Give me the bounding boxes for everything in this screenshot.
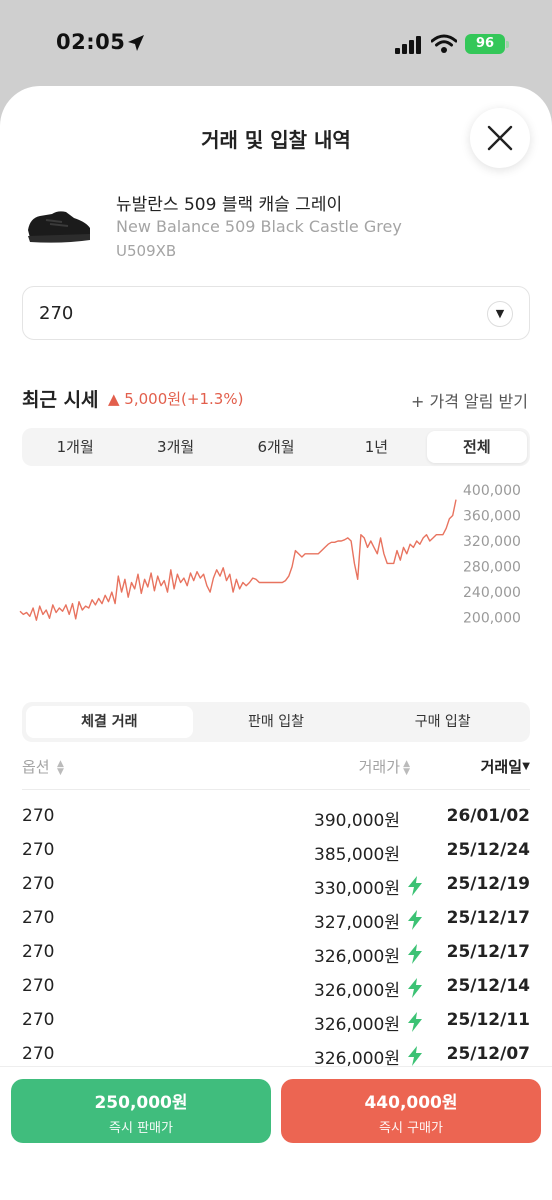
row-size: 270	[22, 976, 55, 996]
row-size: 270	[22, 942, 55, 962]
row-price: 385,000원	[314, 845, 400, 865]
table-row: 270 385,000원 25/12/24	[22, 840, 530, 874]
close-icon	[487, 125, 513, 151]
table-row: 270 326,000원 25/12/14	[22, 976, 530, 1010]
tab-buy-bids[interactable]: 구매 입찰	[359, 706, 526, 738]
lightning-bolt-icon	[408, 1046, 422, 1066]
row-size: 270	[22, 1044, 55, 1064]
row-date: 25/12/19	[446, 874, 530, 894]
period-tabs: 1개월 3개월 6개월 1년 전체	[22, 428, 530, 466]
table-row: 270 330,000원 25/12/19	[22, 874, 530, 908]
chart-y-tick-label: 200,000	[463, 611, 521, 627]
row-price: 327,000원	[314, 913, 400, 933]
price-change-indicator: ▲ 5,000원(+1.3%)	[108, 390, 244, 408]
trade-table-body: 270 390,000원 26/01/02 270 385,000원 25/12…	[22, 806, 530, 1078]
row-date: 25/12/07	[446, 1044, 530, 1064]
row-price: 390,000원	[314, 811, 400, 831]
instant-buy-label: 즉시 구매가	[379, 1121, 443, 1136]
size-select[interactable]: 270 ▼	[22, 286, 530, 340]
bottom-action-bar: 250,000원 즉시 판매가 440,000원 즉시 구매가	[0, 1066, 552, 1200]
battery-indicator: 96	[465, 34, 509, 54]
chart-price-line	[19, 499, 457, 621]
table-row: 270 390,000원 26/01/02	[22, 806, 530, 840]
table-row: 270 326,000원 25/12/11	[22, 1010, 530, 1044]
trade-history-sheet: 거래 및 입찰 내역 뉴발란스 509 블랙 캐슬 그레이 New Balanc…	[0, 86, 552, 1200]
product-model-number: U509XB	[116, 242, 177, 260]
sort-icon: ▲ ▼	[403, 759, 410, 777]
tab-sell-bids[interactable]: 판매 입찰	[193, 706, 360, 738]
row-date: 25/12/14	[446, 976, 530, 996]
wifi-icon	[431, 34, 457, 53]
cellular-signal-icon	[395, 36, 421, 54]
row-date: 25/12/17	[446, 908, 530, 928]
row-size: 270	[22, 1010, 55, 1030]
table-row: 270 327,000원 25/12/17	[22, 908, 530, 942]
period-tab-1m[interactable]: 1개월	[25, 431, 125, 463]
size-select-value: 270	[39, 303, 74, 324]
trade-table-header: 옵션 ▲ ▼ 거래가 ▲ ▼ 거래일 ▼	[22, 754, 530, 790]
product-name-english: New Balance 509 Black Castle Grey	[116, 217, 402, 236]
row-date: 25/12/11	[446, 1010, 530, 1030]
lightning-bolt-icon	[408, 1012, 422, 1032]
row-price: 326,000원	[314, 947, 400, 967]
instant-sell-label: 즉시 판매가	[109, 1121, 173, 1136]
row-size: 270	[22, 908, 55, 928]
product-name-korean: 뉴발란스 509 블랙 캐슬 그레이	[116, 195, 343, 215]
close-button[interactable]	[470, 108, 530, 168]
chart-y-tick-label: 240,000	[463, 585, 521, 601]
product-image	[28, 211, 90, 243]
status-time: 02:05	[56, 30, 126, 54]
row-price: 326,000원	[314, 981, 400, 1001]
instant-buy-price: 440,000원	[364, 1093, 458, 1113]
tab-completed-trades[interactable]: 체결 거래	[26, 706, 193, 738]
row-size: 270	[22, 806, 55, 826]
column-header-date[interactable]: 거래일	[481, 756, 522, 777]
table-row: 270 326,000원 25/12/17	[22, 942, 530, 976]
chart-y-tick-label: 360,000	[463, 509, 521, 525]
row-size: 270	[22, 874, 55, 894]
sort-desc-icon: ▼	[522, 761, 530, 772]
location-arrow-icon	[128, 35, 144, 51]
chevron-down-icon: ▼	[487, 301, 513, 327]
instant-sell-price: 250,000원	[94, 1093, 188, 1113]
row-price: 330,000원	[314, 879, 400, 899]
instant-sell-button[interactable]: 250,000원 즉시 판매가	[11, 1079, 271, 1143]
trade-type-tabs: 체결 거래 판매 입찰 구매 입찰	[22, 702, 530, 742]
chart-y-tick-label: 280,000	[463, 560, 521, 576]
column-header-option[interactable]: 옵션	[22, 756, 50, 777]
status-bar: 02:05 96	[0, 0, 552, 90]
period-tab-3m[interactable]: 3개월	[125, 431, 225, 463]
column-header-price[interactable]: 거래가	[359, 756, 400, 777]
sort-icon: ▲ ▼	[57, 759, 64, 777]
row-date: 25/12/24	[446, 840, 530, 860]
instant-buy-button[interactable]: 440,000원 즉시 구매가	[281, 1079, 541, 1143]
row-price: 326,000원	[314, 1015, 400, 1035]
lightning-bolt-icon	[408, 910, 422, 930]
lightning-bolt-icon	[408, 944, 422, 964]
row-size: 270	[22, 840, 55, 860]
period-tab-6m[interactable]: 6개월	[226, 431, 326, 463]
row-date: 26/01/02	[446, 806, 530, 826]
lightning-bolt-icon	[408, 876, 422, 896]
price-chart: 400,000 360,000 320,000 280,000 240,000 200,0…	[19, 483, 521, 627]
chart-y-tick-label: 400,000	[463, 483, 521, 499]
period-tab-1y[interactable]: 1년	[326, 431, 426, 463]
row-date: 25/12/17	[446, 942, 530, 962]
period-tab-all[interactable]: 전체	[426, 431, 528, 463]
recent-price-heading: 최근 시세	[22, 389, 99, 411]
price-alert-link[interactable]: + 가격 알림 받기	[411, 388, 528, 412]
chart-y-tick-label: 320,000	[463, 534, 521, 550]
lightning-bolt-icon	[408, 978, 422, 998]
